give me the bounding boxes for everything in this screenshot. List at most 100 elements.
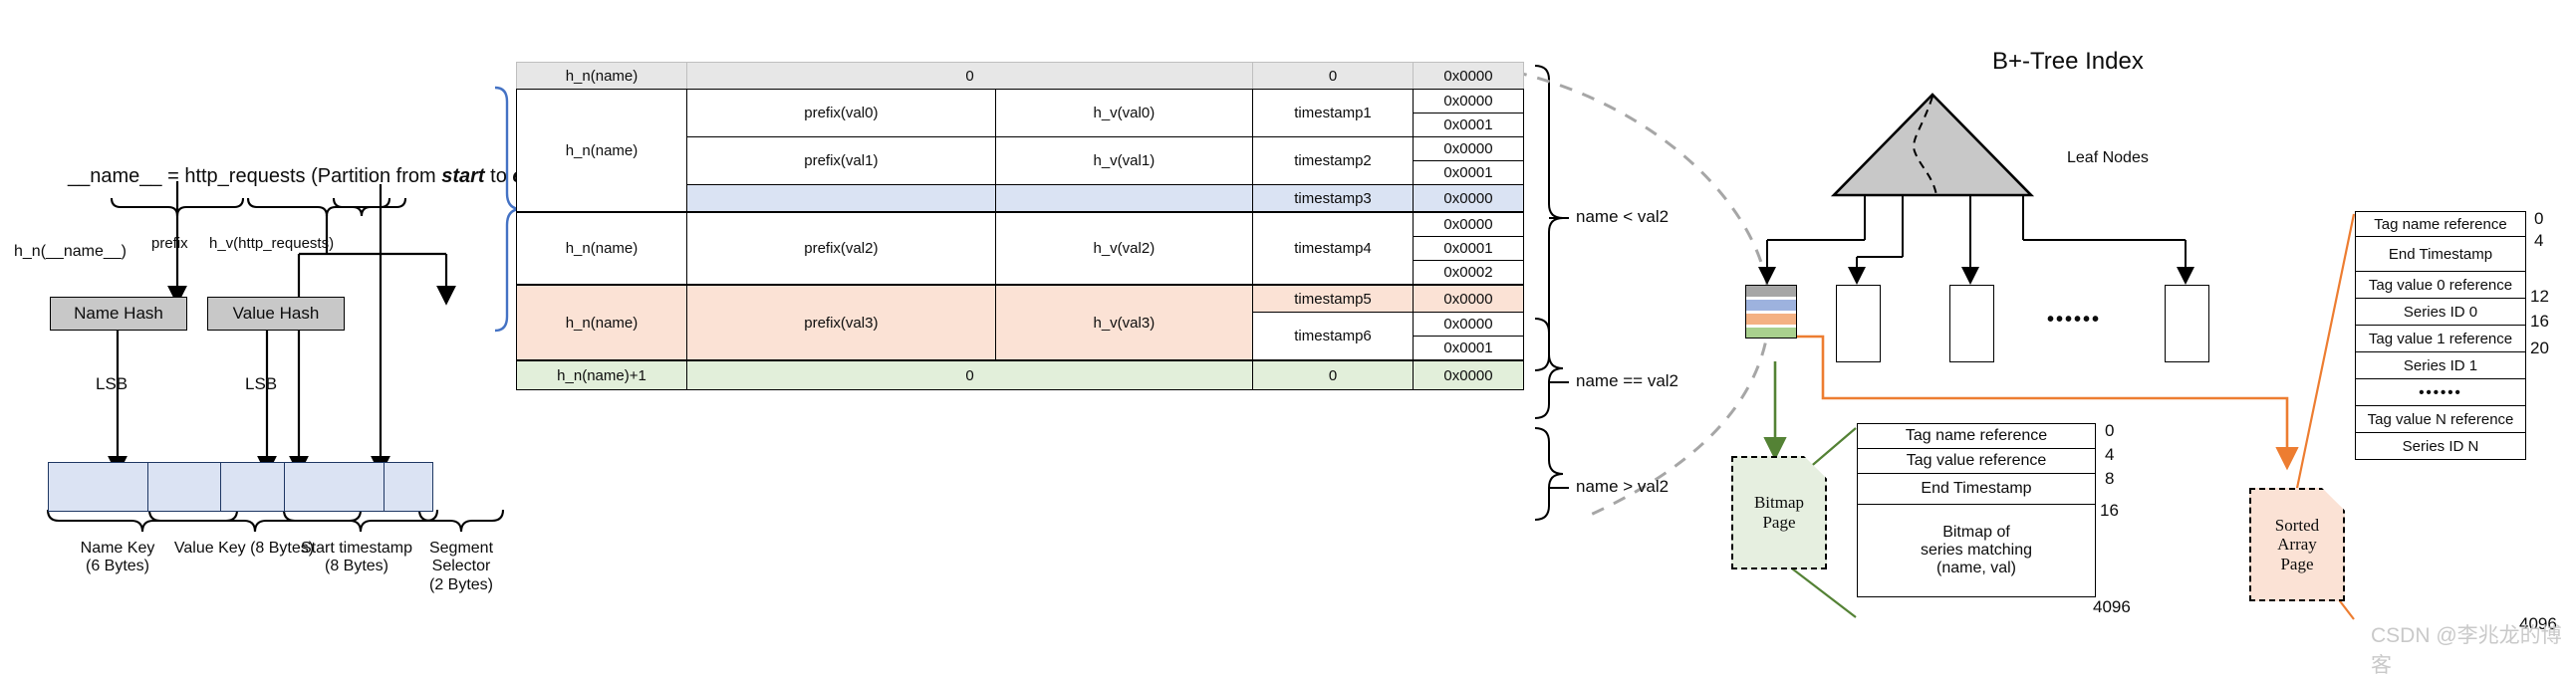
sap-row-5: Series ID 1 (2355, 351, 2526, 379)
value-hash-label: Value Hash (232, 304, 320, 323)
sap-row-0: Tag name reference (2355, 211, 2526, 237)
sap-cell-2: Tag value 0 reference (2355, 271, 2526, 299)
table-row: h_n(name) prefix(val2) h_v(val2) timesta… (516, 211, 1524, 286)
leaf-node-2[interactable] (1836, 285, 1881, 362)
row-seg-g3r1s1: 0x0001 (1413, 336, 1524, 361)
row-prefix-g1r2 (686, 184, 996, 213)
table-header-row: h_n(name) 0 0 0x0000 (516, 62, 1524, 90)
row-hv-g2r0: h_v(val2) (994, 211, 1254, 286)
row-namekey-g3: h_n(name) (516, 284, 687, 361)
table-row: h_n(name) prefix(val0) h_v(val0) timesta… (516, 89, 1524, 213)
header-cell-0: h_n(name) (516, 62, 687, 90)
sap-row-6: •••••• (2355, 378, 2526, 406)
row-seg-g2r0s0: 0x0000 (1413, 211, 1524, 237)
value-hash-box: Value Hash (207, 297, 345, 331)
footer-cell-0: h_n(name)+1 (516, 359, 687, 390)
bitmap-row-tag-value: Tag value reference (1857, 448, 2096, 474)
brace-label-equal: name == val2 (1576, 371, 1679, 390)
bitmap-offset-4: 4 (2105, 445, 2115, 464)
h-n-name-label: h_n(__name__) (14, 243, 127, 260)
row-seg-g1r0s1: 0x0001 (1413, 113, 1524, 137)
row-ts-g2r0: timestamp4 (1252, 211, 1414, 286)
sap-row-3: Series ID 0 (2355, 298, 2526, 326)
lsb-left-label: LSB (96, 374, 129, 393)
key-segment-selector (384, 462, 433, 512)
row-prefix-g3: prefix(val3) (686, 284, 996, 361)
row-hv-g1r2 (994, 184, 1254, 213)
row-namekey-g2: h_n(name) (516, 211, 687, 286)
brace-label-less: name < val2 (1576, 207, 1670, 226)
footer-cell-1: 0 (686, 359, 1253, 390)
sap-offset-4: 4 (2534, 231, 2544, 250)
brace-label-greater: name > val2 (1576, 477, 1670, 496)
row-hv-g3: h_v(val3) (994, 284, 1254, 361)
partition-title-prefix: __name__ = http_requests (Partition from (68, 165, 442, 187)
leaf-node-4[interactable] (2165, 285, 2209, 362)
row-seg-g3r1s0: 0x0000 (1413, 312, 1524, 337)
row-seg-g1r0s0: 0x0000 (1413, 89, 1524, 113)
sap-cell-0: Tag name reference (2355, 211, 2526, 237)
sap-cell-3: Series ID 0 (2355, 298, 2526, 326)
leaf-nodes-label: Leaf Nodes (2067, 149, 2149, 166)
leaf-stripe-blue (1746, 300, 1796, 311)
leaf-node-highlighted[interactable] (1745, 285, 1797, 339)
start-ts-line2: (8 Bytes) (324, 558, 388, 575)
header-cell-3: 0x0000 (1413, 62, 1524, 90)
row-hv-g1r0: h_v(val0) (994, 89, 1254, 137)
row-prefix-g1r0: prefix(val0) (686, 89, 996, 137)
bitmap-offset-4096: 4096 (2093, 597, 2131, 616)
row-prefix-g1r1: prefix(val1) (686, 136, 996, 185)
sap-cell-6: •••••• (2355, 378, 2526, 406)
row-hv-g1r1: h_v(val1) (994, 136, 1254, 185)
bitmap-cell-3-l2: series matching (1920, 542, 2033, 559)
sap-cell-1: End Timestamp (2355, 236, 2526, 272)
start-ts-line1: Start timestamp (300, 540, 413, 557)
bitmap-offset-8: 8 (2105, 469, 2115, 488)
bitmap-cell-2: End Timestamp (1857, 473, 2096, 505)
bitmap-cell-1: Tag value reference (1857, 448, 2096, 474)
key-segment-start-ts (284, 462, 386, 512)
partition-title: __name__ = http_requests (Partition from… (68, 165, 555, 188)
bitmap-cell-3-l3: (name, val) (1935, 560, 2017, 576)
seg-sel-line1: Segment (428, 540, 494, 557)
row-ts-g1r1: timestamp2 (1252, 136, 1414, 185)
bitmap-page-label-1: Bitmap (1753, 493, 1805, 513)
bitmap-cell-3: Bitmap of series matching (name, val) (1857, 504, 2096, 597)
footer-cell-3: 0x0000 (1413, 359, 1524, 390)
seg-sel-line3: (2 Bytes) (428, 575, 493, 593)
sap-offset-20: 20 (2530, 339, 2549, 357)
key-segment-value-b (220, 462, 286, 512)
sorted-array-page-shape[interactable]: Sorted Array Page (2249, 488, 2345, 601)
sap-cell-4: Tag value 1 reference (2355, 325, 2526, 352)
leaf-stripe-green (1746, 328, 1796, 338)
sorted-page-label-2: Array (2277, 535, 2317, 555)
row-seg-g2r0s1: 0x0001 (1413, 236, 1524, 261)
bitmap-page-label-2: Page (1762, 513, 1796, 532)
leaf-node-3[interactable] (1949, 285, 1994, 362)
name-hash-label: Name Hash (74, 304, 163, 323)
sorted-page-label-3: Page (2280, 554, 2314, 573)
sap-row-4: Tag value 1 reference (2355, 325, 2526, 352)
bitmap-row-end-ts: End Timestamp (1857, 473, 2096, 505)
bitmap-row-bitmap: Bitmap of series matching (name, val) (1857, 504, 2096, 597)
leaf-stripe-orange (1746, 314, 1796, 325)
sap-offset-0: 0 (2534, 209, 2544, 228)
bitmap-cell-0: Tag name reference (1857, 423, 2096, 449)
seg-sel-line2: Selector (431, 558, 491, 575)
sorted-page-label-1: Sorted (2274, 515, 2320, 535)
lsb-right-label: LSB (245, 374, 278, 393)
key-segment-name (48, 462, 149, 512)
leaf-nodes-ellipsis: •••••• (2047, 309, 2102, 331)
header-cell-1: 0 (686, 62, 1253, 90)
bitmap-page-shape[interactable]: Bitmap Page (1731, 456, 1827, 569)
row-prefix-g2r0: prefix(val2) (686, 211, 996, 286)
sap-cell-7: Tag value N reference (2355, 405, 2526, 433)
prefix-label: prefix (151, 235, 188, 252)
sap-row-8: Series ID N (2355, 432, 2526, 460)
partition-title-mid: to (484, 165, 513, 187)
segment-selector-caption: Segment Selector (2 Bytes) (418, 540, 504, 594)
table-footer-row: h_n(name)+1 0 0 0x0000 (516, 359, 1524, 390)
row-ts-g3r0: timestamp5 (1252, 284, 1414, 313)
h-v-http-requests-label: h_v(http_requests) (209, 235, 335, 252)
row-ts-g1r0: timestamp1 (1252, 89, 1414, 137)
